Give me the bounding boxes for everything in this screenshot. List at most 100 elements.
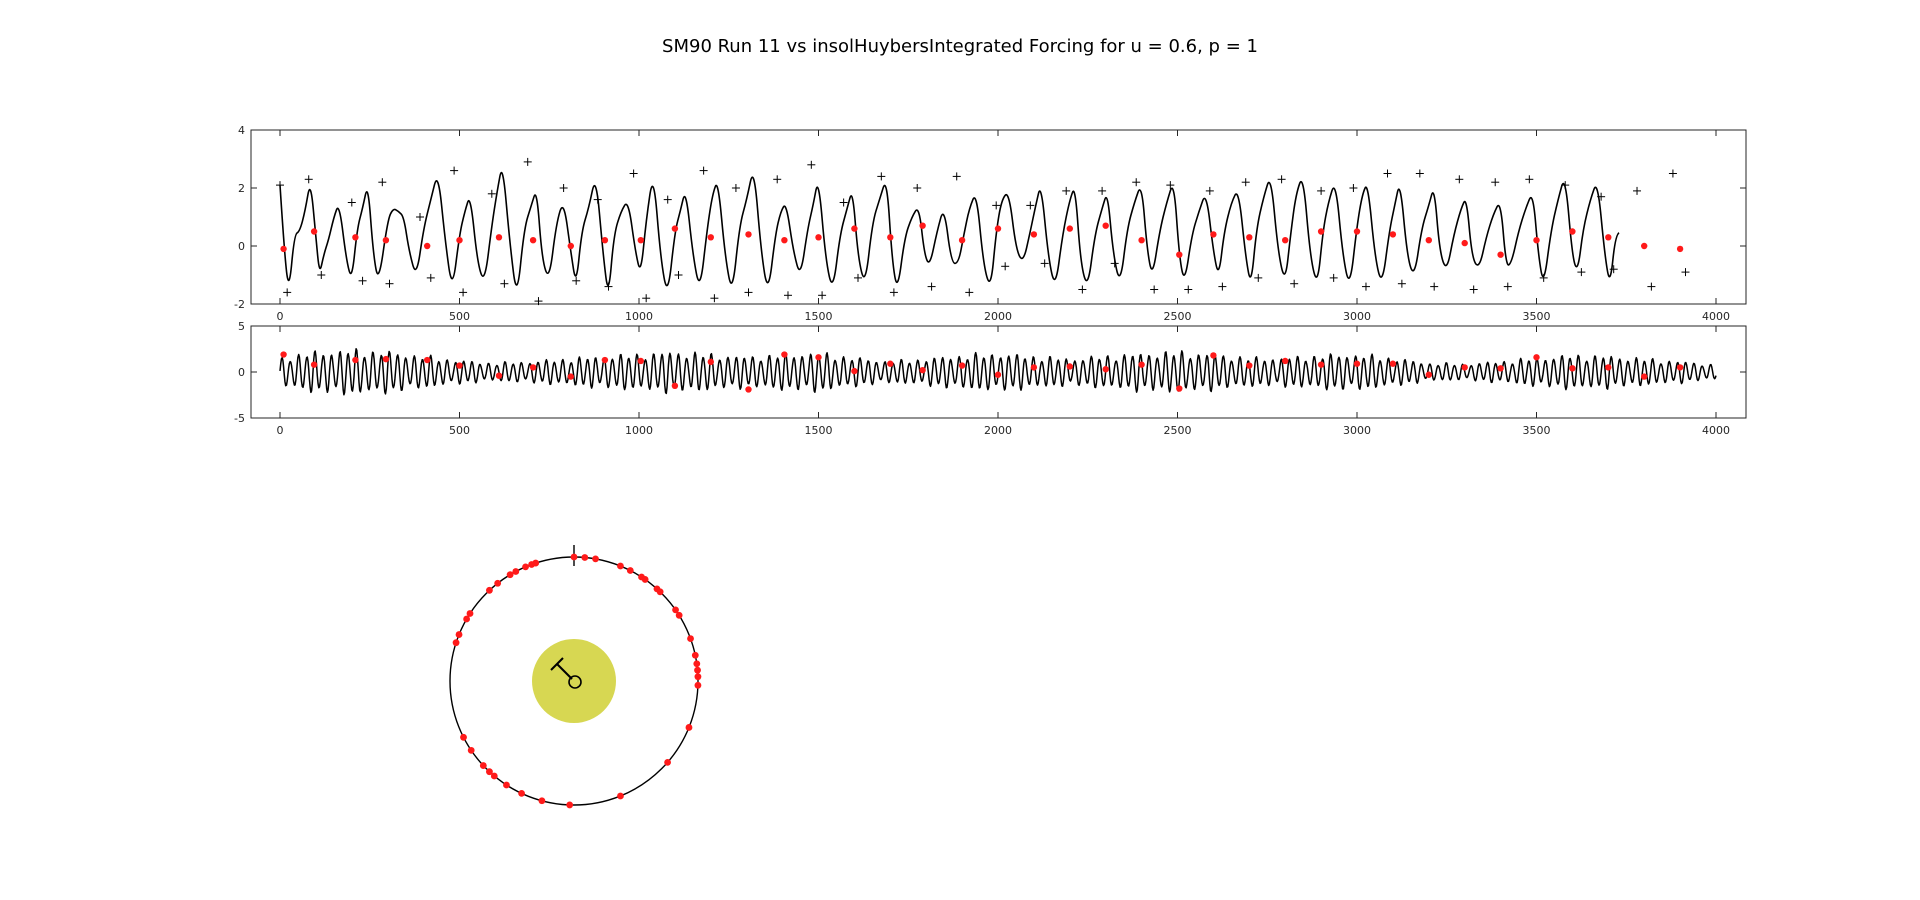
- x-tick-label: 500: [449, 424, 470, 437]
- red-marker: [1176, 251, 1183, 258]
- red-marker: [687, 635, 694, 642]
- red-marker: [1030, 231, 1038, 238]
- red-marker: [494, 579, 502, 587]
- red-marker: [745, 386, 752, 393]
- y-tick-label: 4: [238, 124, 245, 137]
- red-marker: [352, 356, 359, 364]
- x-tick-label: 2000: [984, 424, 1012, 437]
- x-tick-label: 3500: [1523, 424, 1551, 437]
- y-tick-label: 0: [238, 240, 245, 253]
- red-marker: [815, 354, 822, 361]
- red-marker: [522, 563, 529, 571]
- red-marker: [1389, 231, 1397, 238]
- red-marker: [781, 237, 788, 244]
- red-marker: [1605, 364, 1612, 371]
- y-tick-label: 5: [238, 320, 245, 333]
- figure-canvas: SM90 Run 11 vs insolHuybersIntegrated Fo…: [234, 36, 1747, 809]
- red-marker: [1605, 234, 1612, 241]
- red-marker: [815, 234, 822, 241]
- figure-title: SM90 Run 11 vs insolHuybersIntegrated Fo…: [662, 36, 1258, 57]
- red-marker: [529, 237, 537, 244]
- red-marker: [637, 357, 644, 365]
- red-marker: [1497, 251, 1504, 258]
- red-marker: [1353, 228, 1361, 235]
- red-marker: [626, 567, 634, 574]
- red-marker: [423, 356, 431, 364]
- red-marker: [958, 362, 966, 369]
- red-marker: [664, 758, 671, 766]
- red-marker: [566, 801, 574, 809]
- x-tick-label: 3500: [1523, 310, 1551, 323]
- x-tick-label: 3000: [1343, 424, 1371, 437]
- red-marker: [1641, 242, 1648, 250]
- red-marker: [887, 360, 894, 367]
- mean-resultant-disk: [532, 639, 616, 723]
- red-marker: [1533, 237, 1540, 244]
- red-marker: [919, 222, 926, 229]
- red-marker: [887, 234, 894, 241]
- red-marker: [518, 789, 525, 797]
- red-marker: [685, 724, 693, 731]
- x-tick-label: 4000: [1702, 310, 1730, 323]
- red-marker: [994, 225, 1002, 232]
- red-marker: [1461, 239, 1468, 247]
- y-tick-label: -2: [234, 298, 245, 311]
- red-marker: [617, 562, 624, 570]
- red-marker: [691, 651, 699, 659]
- red-marker: [581, 554, 589, 561]
- x-tick-label: 2500: [1164, 424, 1192, 437]
- top-panel: 0 500 1000 1500 2000 2500 3000 3500 4000 -2 0 2 4: [234, 124, 1747, 323]
- middle-panel: 0 500 1000 1500 2000 2500 3000 3500 4000 -5 0 5: [234, 320, 1747, 437]
- x-tick-label: 500: [449, 310, 470, 323]
- red-marker: [1641, 373, 1648, 380]
- red-marker: [1210, 352, 1217, 359]
- red-marker: [466, 610, 474, 617]
- x-tick-label: 4000: [1702, 424, 1730, 437]
- red-marker: [707, 234, 714, 241]
- red-marker: [382, 355, 390, 363]
- red-marker: [455, 631, 463, 638]
- red-marker: [1210, 231, 1217, 238]
- x-tick-label: 2500: [1164, 310, 1192, 323]
- red-marker: [675, 611, 683, 619]
- red-marker: [1353, 360, 1361, 367]
- red-marker: [637, 237, 644, 244]
- red-marker: [617, 792, 624, 800]
- red-marker: [694, 681, 702, 689]
- red-marker: [512, 568, 520, 575]
- red-marker: [694, 673, 702, 681]
- red-marker: [495, 234, 503, 241]
- red-marker: [538, 797, 546, 805]
- red-marker: [601, 237, 609, 244]
- red-marker: [694, 666, 701, 674]
- red-marker: [671, 382, 679, 389]
- x-tick-label: 0: [277, 424, 284, 437]
- red-marker: [592, 555, 599, 563]
- red-marker: [1102, 366, 1109, 373]
- red-marker: [1138, 237, 1145, 244]
- red-marker: [601, 356, 609, 364]
- x-tick-label: 1000: [625, 424, 653, 437]
- red-marker: [529, 364, 537, 371]
- red-marker: [1425, 371, 1433, 378]
- red-marker: [1138, 361, 1145, 368]
- y-tick-label: -5: [234, 412, 245, 425]
- red-marker: [641, 576, 649, 583]
- red-marker: [1176, 385, 1183, 392]
- x-tick-label: 1500: [805, 424, 833, 437]
- red-marker: [567, 242, 574, 250]
- red-marker: [707, 358, 714, 366]
- red-marker: [310, 228, 318, 235]
- red-marker: [745, 231, 752, 238]
- red-marker: [1317, 361, 1325, 368]
- red-marker: [851, 367, 858, 375]
- x-tick-label: 1500: [805, 310, 833, 323]
- x-tick-label: 2000: [984, 310, 1012, 323]
- red-marker: [280, 245, 287, 253]
- red-marker: [1533, 354, 1540, 361]
- red-marker: [994, 371, 1002, 378]
- red-marker: [1066, 363, 1074, 370]
- red-marker: [1569, 228, 1576, 235]
- red-marker: [280, 351, 287, 358]
- red-marker: [567, 373, 574, 380]
